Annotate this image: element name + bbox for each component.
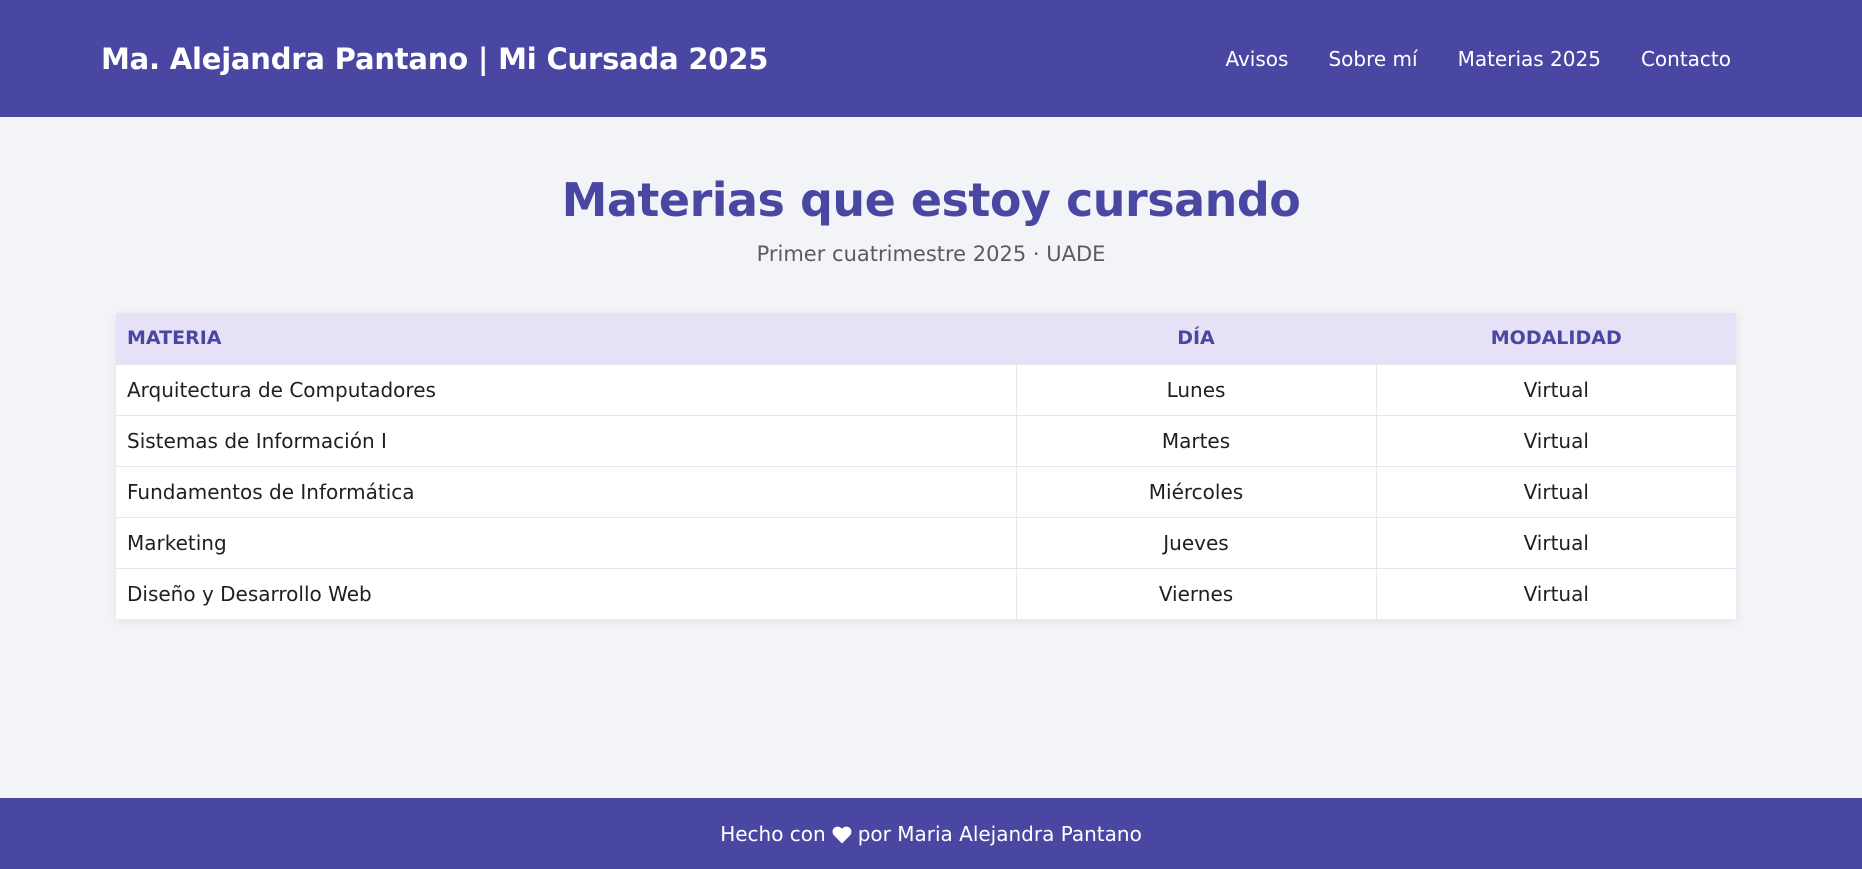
- column-header-materia: Materia: [116, 313, 1017, 365]
- nav-link-sobre-mi[interactable]: Sobre mí: [1328, 47, 1417, 71]
- cell-modalidad: Virtual: [1376, 466, 1736, 518]
- cell-dia: Lunes: [1016, 364, 1377, 416]
- schedule-table-card: Materia Día Modalidad Arquitectura de Co…: [116, 313, 1736, 619]
- schedule-table: Materia Día Modalidad Arquitectura de Co…: [116, 313, 1736, 619]
- page: Ma. Alejandra Pantano | Mi Cursada 2025 …: [0, 0, 1862, 869]
- cell-modalidad: Virtual: [1376, 415, 1736, 467]
- cell-materia: Arquitectura de Computadores: [116, 364, 1017, 416]
- table-row: Fundamentos de Informática Miércoles Vir…: [116, 466, 1736, 518]
- cell-modalidad: Virtual: [1376, 517, 1736, 569]
- nav-link-avisos[interactable]: Avisos: [1225, 47, 1288, 71]
- nav-link-contacto[interactable]: Contacto: [1641, 47, 1731, 71]
- page-title: Materias que estoy cursando: [561, 173, 1301, 227]
- site-title[interactable]: Ma. Alejandra Pantano | Mi Cursada 2025: [101, 42, 768, 76]
- cell-modalidad: Virtual: [1376, 364, 1736, 416]
- cell-modalidad: Virtual: [1523, 581, 1589, 606]
- cell-dia: Viernes: [1016, 568, 1377, 619]
- table-row: Arquitectura de Computadores Lunes Virtu…: [116, 364, 1736, 416]
- table-header-row: Materia Día Modalidad: [116, 313, 1736, 365]
- top-navbar: Ma. Alejandra Pantano | Mi Cursada 2025 …: [0, 0, 1862, 117]
- cell-dia: Jueves: [1016, 517, 1377, 569]
- column-header-dia: Día: [1016, 313, 1377, 365]
- table-row: Diseño y Desarrollo Web Viernes Virtual: [116, 568, 1736, 619]
- cell-materia: Marketing: [116, 517, 1017, 569]
- column-header-modalidad: Modalidad: [1376, 313, 1736, 365]
- footer: Hecho con por Maria Alejandra Pantano: [0, 798, 1862, 869]
- cell-dia: Miércoles: [1016, 466, 1377, 518]
- footer-text-before: Hecho con: [720, 821, 826, 846]
- heart-icon: [832, 825, 852, 843]
- table-row: Sistemas de Información I Martes Virtual: [116, 415, 1736, 467]
- nav-link-materias-2025[interactable]: Materias 2025: [1458, 47, 1601, 71]
- table-row: Marketing Jueves Virtual: [116, 517, 1736, 569]
- cell-dia: Martes: [1016, 415, 1377, 467]
- cell-materia: Sistemas de Información I: [116, 415, 1017, 467]
- cell-materia: Fundamentos de Informática: [116, 466, 1017, 518]
- footer-text-after: por Maria Alejandra Pantano: [857, 821, 1142, 846]
- main-content: Materias que estoy cursando Primer cuatr…: [0, 117, 1862, 798]
- main-nav: Avisos Sobre mí Materias 2025 Contacto: [1225, 47, 1731, 71]
- page-subtitle: Primer cuatrimestre 2025 · UADE: [756, 242, 1106, 266]
- cell-materia: Diseño y Desarrollo Web: [116, 568, 1017, 619]
